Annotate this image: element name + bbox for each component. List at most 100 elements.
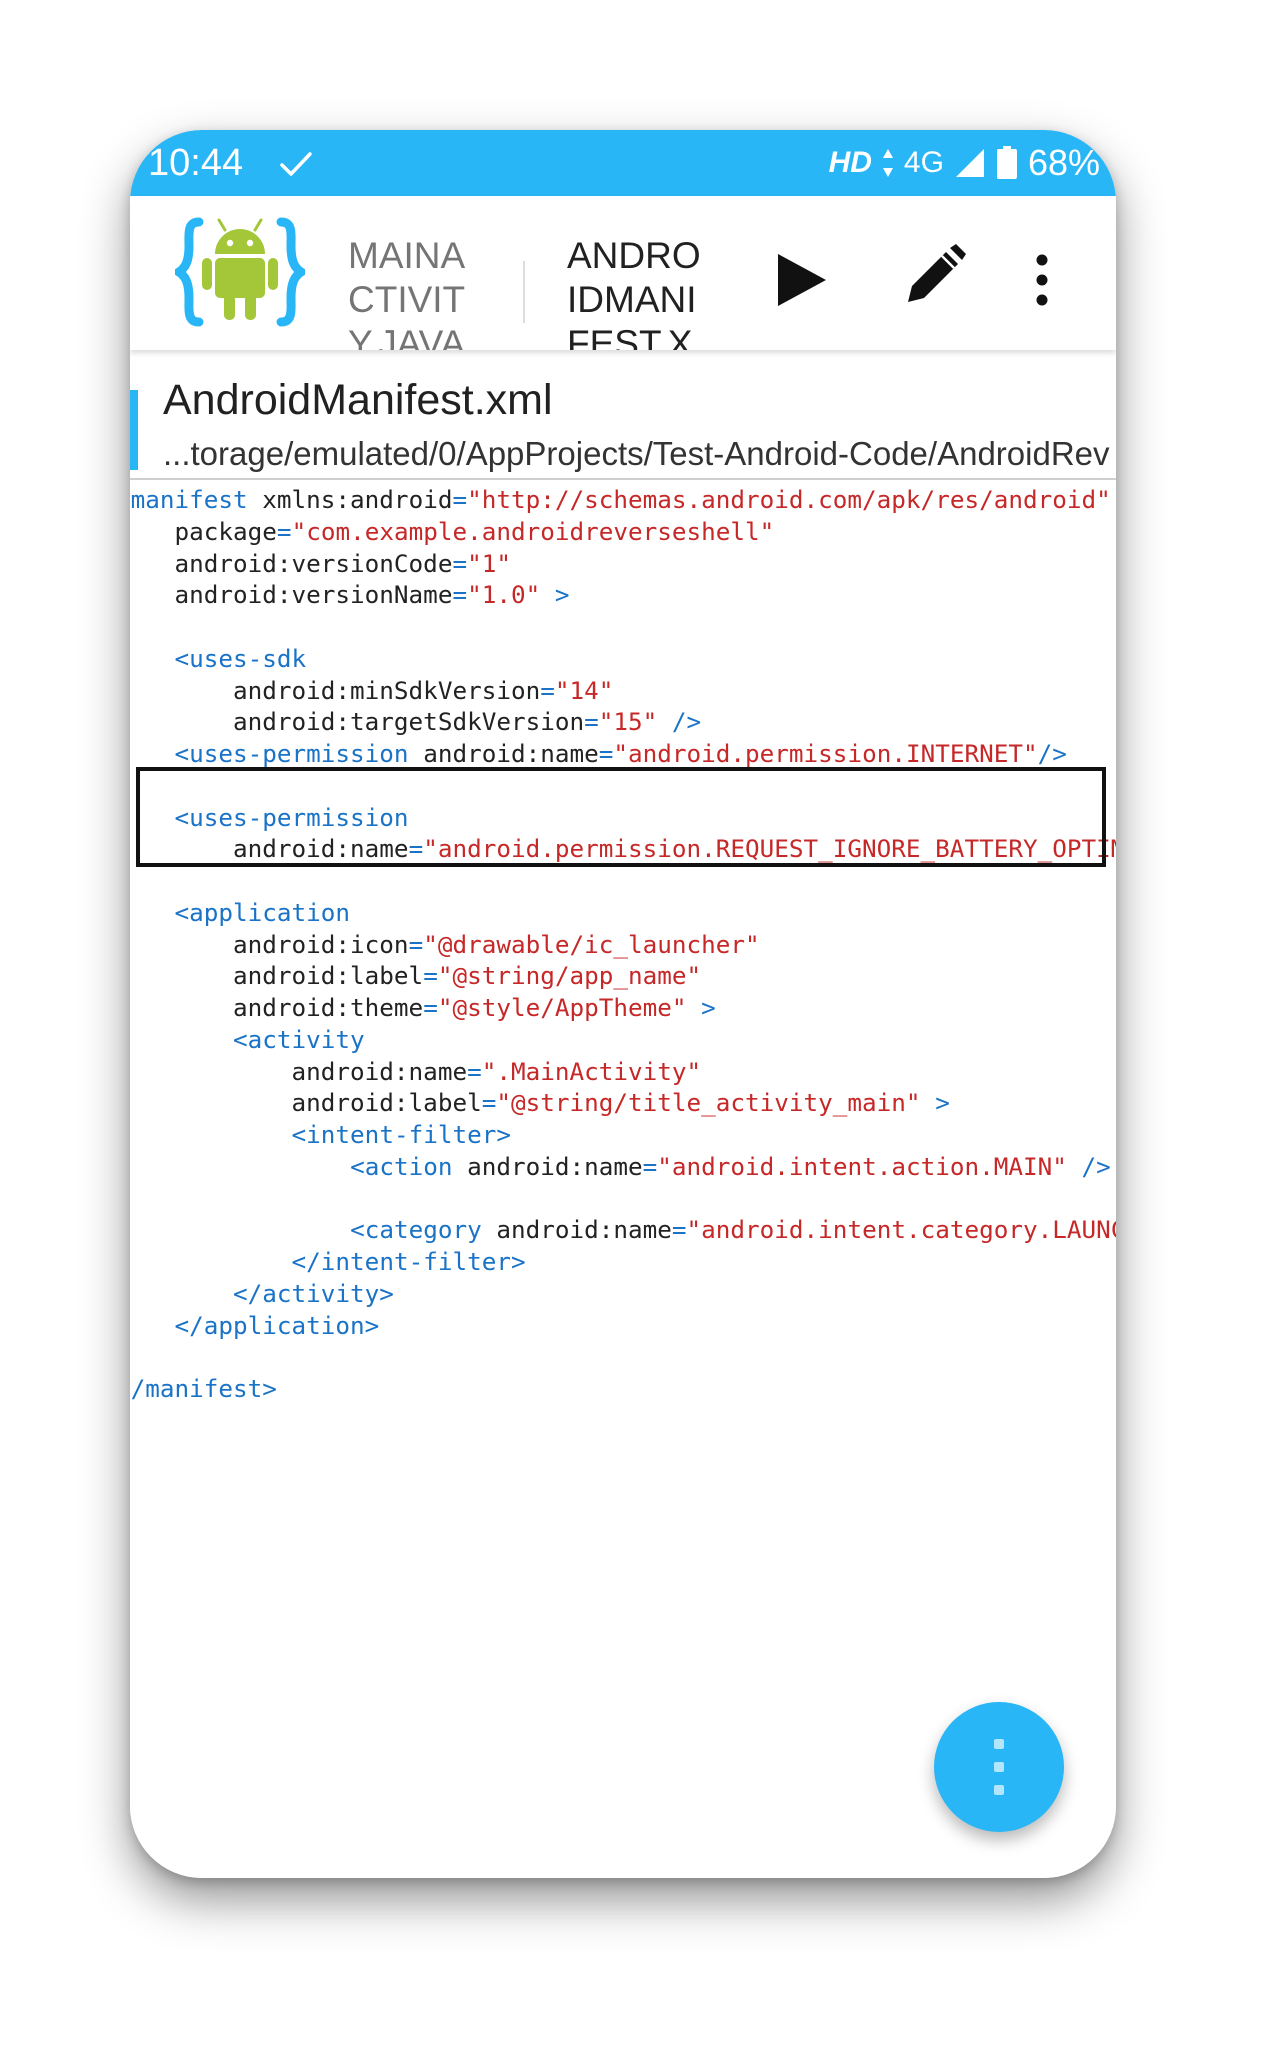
code-line: android:name="android.permission.REQUEST… — [130, 833, 1116, 865]
code-token: = — [452, 580, 468, 610]
code-token: <uses-permission — [174, 739, 409, 768]
data-arrows-icon — [882, 149, 893, 177]
code-token: "com.example.androidreverseshell" — [291, 516, 775, 546]
code-token: "14" — [554, 675, 614, 705]
code-line: <manifest xmlns:android="http://schemas.… — [130, 484, 1116, 516]
code-token: android:name — [452, 1151, 643, 1181]
code-line: android:targetSdkVersion="15" /> — [130, 706, 1116, 738]
fab-more-button[interactable] — [934, 1702, 1064, 1832]
code-token: = — [452, 548, 468, 578]
code-token: "@string/title_activity_main" — [496, 1088, 921, 1118]
code-line: android:label="@string/title_activity_ma… — [130, 1087, 1116, 1119]
code-line: <category android:name="android.intent.c… — [130, 1214, 1116, 1246]
code-token: "android.intent.category.LAUNCHER" — [686, 1215, 1116, 1245]
code-token: "http://schemas.android.com/apk/res/andr… — [467, 485, 1111, 514]
code-line: <uses-permission android:name="android.p… — [130, 738, 1116, 770]
code-token: <uses-sdk — [174, 643, 307, 673]
code-token: android:targetSdkVersion — [130, 707, 585, 737]
code-line: <uses-sdk — [130, 643, 1116, 675]
code-token: = — [276, 516, 292, 546]
code-token: </application> — [174, 1310, 380, 1340]
code-token: = — [642, 1151, 658, 1181]
toolbar: MAINACTIVITY.JAVA ANDROIDMANIFEST.X — [130, 196, 1116, 350]
code-token: > — [920, 1088, 950, 1118]
code-line: <application — [130, 897, 1116, 929]
code-token: <uses-permission — [174, 802, 409, 832]
code-token: = — [423, 993, 438, 1022]
code-token: = — [467, 1056, 482, 1086]
file-path: ...torage/emulated/0/AppProjects/Test-An… — [163, 435, 1110, 472]
phone-screen: 10:44 HD 4G 68% MAINACTIVITY.JAVA ANDROI… — [130, 130, 1116, 1878]
code-token: android:label — [130, 1088, 482, 1118]
code-line: android:theme="@style/AppTheme" > — [130, 992, 1116, 1024]
code-editor[interactable]: <manifest xmlns:android="http://schemas.… — [130, 484, 1116, 1878]
code-token: android:icon — [130, 929, 409, 959]
aide-logo-icon — [175, 217, 305, 327]
hd-indicator: HD — [828, 146, 872, 179]
code-token: = — [408, 929, 424, 959]
code-token: <intent-filter> — [291, 1120, 511, 1149]
code-token: android:name — [130, 834, 409, 864]
code-line: android:minSdkVersion="14" — [130, 675, 1116, 707]
code-token: <application — [174, 897, 351, 927]
code-token: </activity> — [233, 1278, 394, 1308]
code-line: <activity — [130, 1024, 1116, 1056]
code-token: android:versionCode — [130, 548, 453, 578]
tab-androidmanifest-xml[interactable]: ANDROIDMANIFEST.X — [567, 234, 707, 350]
code-token: "15" — [598, 707, 658, 737]
file-accent-bar — [130, 390, 138, 470]
status-time: 10:44 — [148, 142, 244, 184]
code-line: <intent-filter> — [130, 1119, 1116, 1151]
code-token: "android.permission.INTERNET" — [613, 739, 1038, 768]
file-name: AndroidManifest.xml — [163, 376, 553, 424]
code-token: = — [598, 739, 614, 768]
code-token: "android.intent.action.MAIN" — [657, 1151, 1067, 1181]
code-token: /> — [657, 707, 702, 737]
check-icon — [280, 152, 312, 176]
code-token: = — [671, 1215, 687, 1245]
network-type: 4G — [903, 146, 944, 179]
code-token: android:minSdkVersion — [130, 675, 541, 705]
code-content[interactable]: <manifest xmlns:android="http://schemas.… — [130, 484, 1116, 1405]
tab-divider — [523, 261, 525, 323]
code-line: <action android:name="android.intent.act… — [130, 1151, 1116, 1183]
code-line: </manifest> — [130, 1373, 1116, 1405]
code-token: "@string/app_name" — [437, 961, 702, 991]
code-token: ".MainActivity" — [481, 1056, 702, 1086]
run-icon[interactable] — [774, 252, 830, 308]
code-token: <activity — [233, 1024, 365, 1054]
code-token: /> — [1037, 739, 1067, 768]
tab-mainactivity-java[interactable]: MAINACTIVITY.JAVA — [348, 234, 488, 350]
code-line: </activity> — [130, 1278, 1116, 1310]
edit-pencil-icon[interactable] — [902, 244, 966, 308]
code-token: android:name — [130, 1056, 468, 1086]
code-line: android:icon="@drawable/ic_launcher" — [130, 929, 1116, 961]
code-token: </manifest> — [130, 1374, 277, 1403]
code-token: <category — [350, 1215, 482, 1245]
code-token: "android.permission.REQUEST_IGNORE_BATTE… — [423, 834, 1116, 864]
code-token: "1.0" — [467, 580, 541, 610]
code-token: = — [584, 707, 599, 737]
code-token: android:name — [408, 739, 599, 768]
code-token: <manifest — [130, 485, 248, 514]
code-token: "@drawable/ic_launcher" — [423, 929, 760, 959]
code-token: android:label — [130, 961, 424, 991]
overflow-menu-icon[interactable] — [1030, 252, 1054, 308]
code-token: android:name — [481, 1215, 672, 1245]
code-token: "1" — [467, 548, 511, 578]
